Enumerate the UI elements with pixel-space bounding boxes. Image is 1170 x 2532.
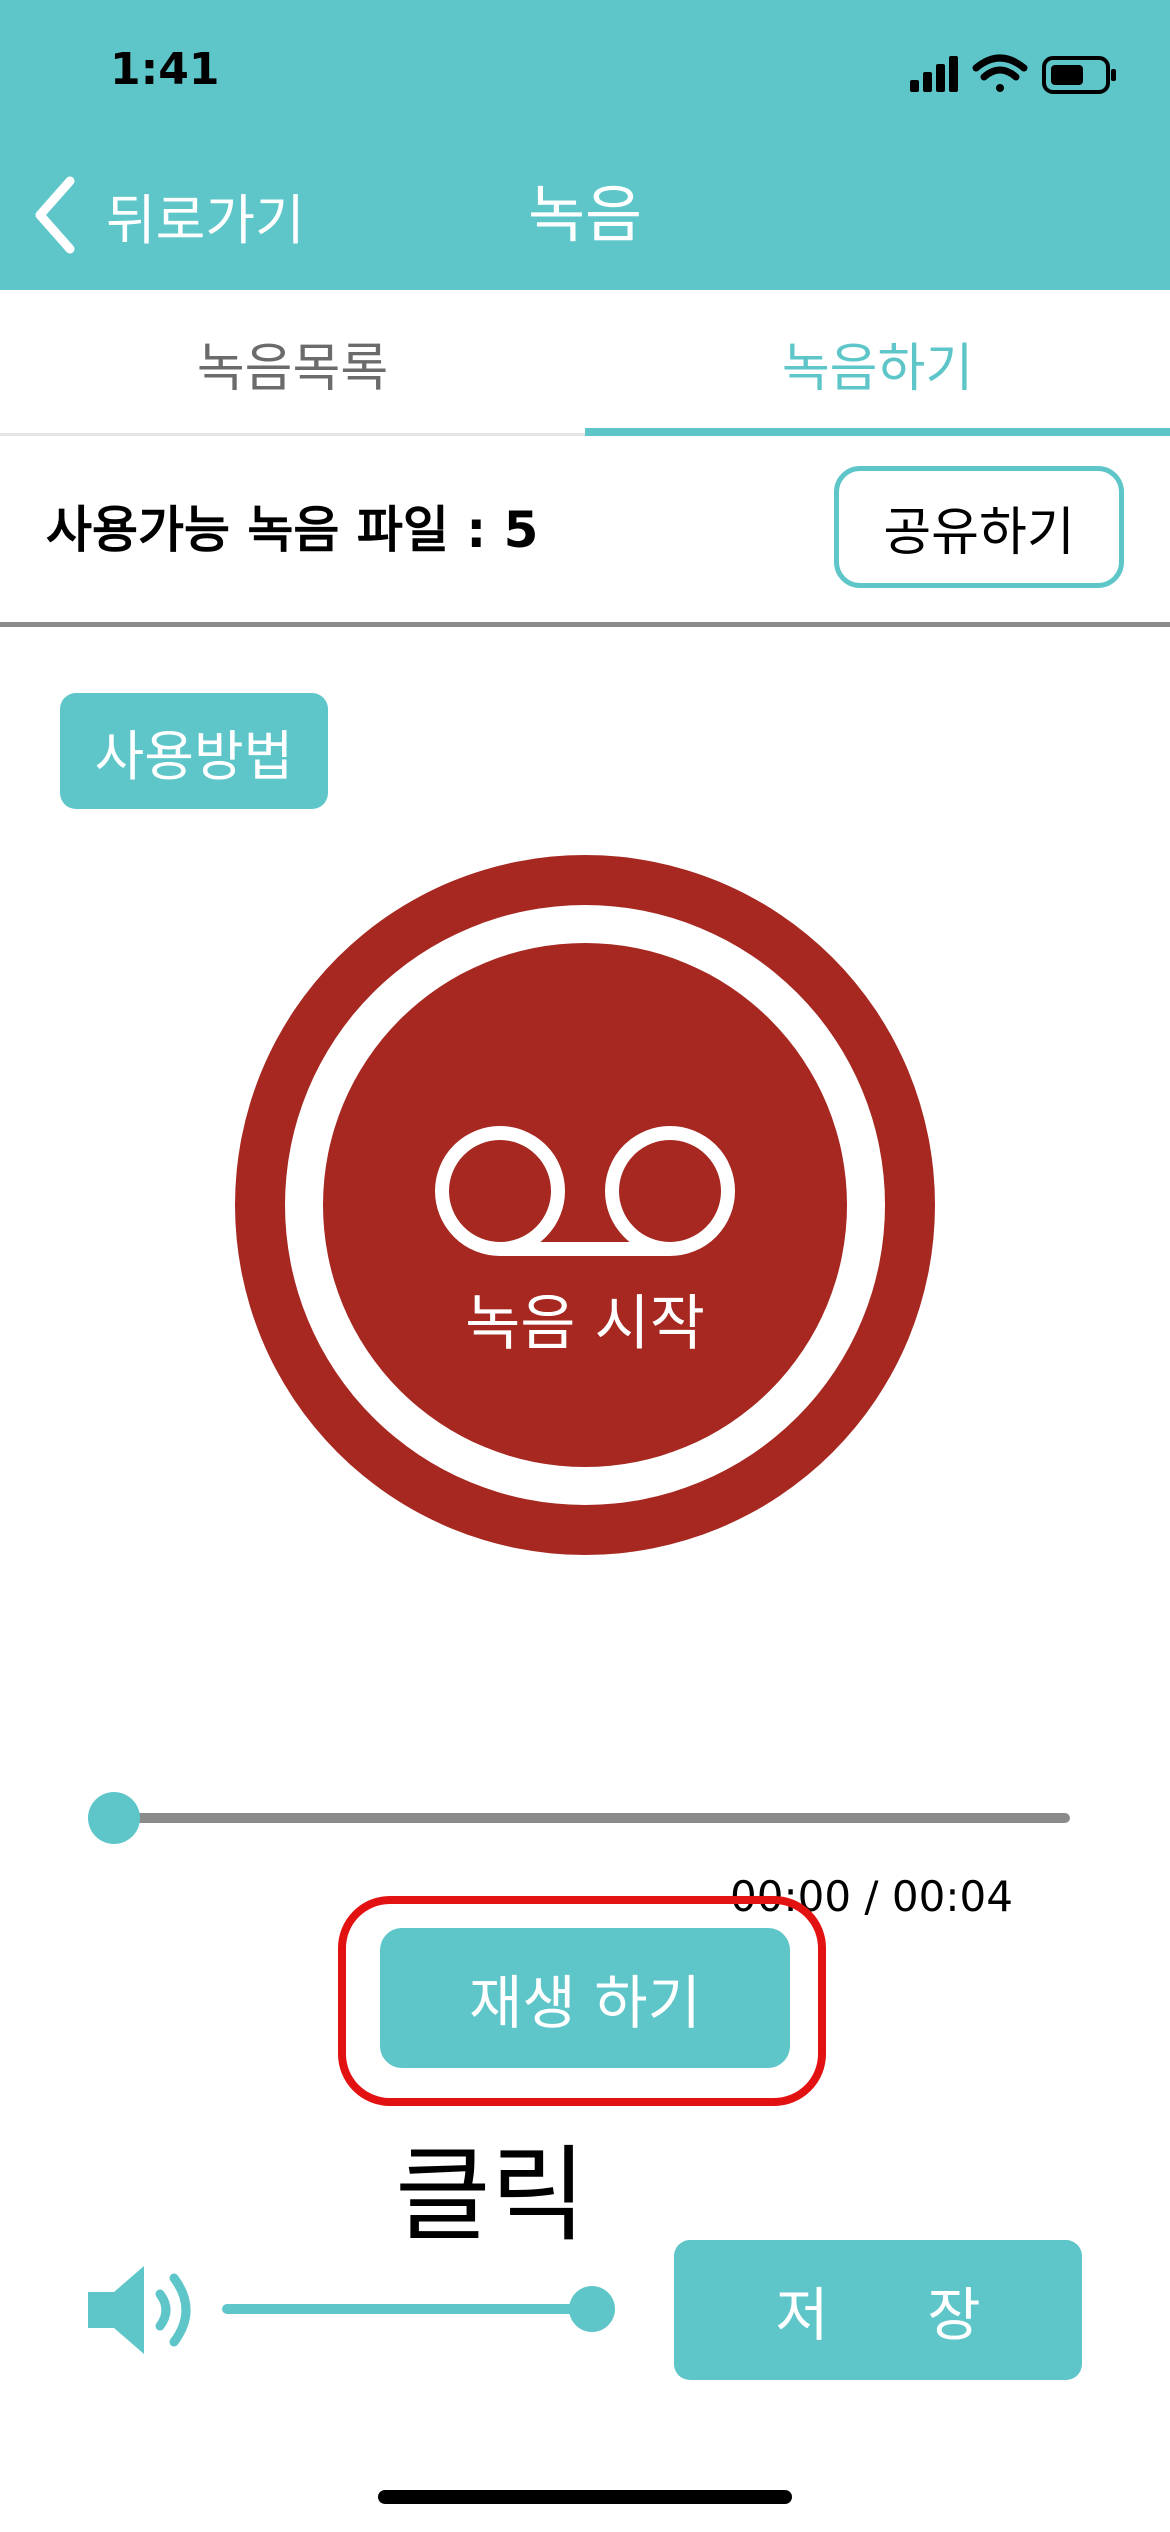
click-annotation: 클릭 bbox=[395, 2134, 587, 2256]
volume-slider-track[interactable] bbox=[222, 2304, 592, 2314]
share-button[interactable]: 공유하기 bbox=[834, 466, 1124, 588]
wifi-icon bbox=[972, 54, 1028, 92]
section-divider bbox=[0, 622, 1170, 627]
signal-icon bbox=[910, 56, 958, 92]
page-title: 녹음 bbox=[527, 178, 643, 251]
available-files-text: 사용가능 녹음 파일 : 5 bbox=[46, 501, 539, 559]
battery-icon bbox=[1042, 56, 1116, 94]
home-indicator[interactable] bbox=[378, 2490, 792, 2504]
voicemail-icon bbox=[435, 1126, 735, 1256]
highlight-box bbox=[338, 1896, 826, 2106]
volume-slider-thumb[interactable] bbox=[569, 2286, 615, 2332]
save-button[interactable]: 저 장 bbox=[674, 2240, 1082, 2380]
status-icons bbox=[910, 54, 1116, 94]
active-tab-indicator bbox=[585, 428, 1170, 436]
tab-recording-list[interactable]: 녹음목록 bbox=[0, 290, 585, 436]
playback-progress-track[interactable] bbox=[110, 1813, 1070, 1823]
how-to-button[interactable]: 사용방법 bbox=[60, 693, 328, 809]
tab-record[interactable]: 녹음하기 bbox=[585, 290, 1170, 436]
status-time: 1:41 bbox=[110, 44, 220, 95]
record-start-label: 녹음 시작 bbox=[465, 1289, 705, 1359]
playback-progress-thumb[interactable] bbox=[88, 1792, 140, 1844]
speaker-icon bbox=[88, 2266, 191, 2354]
